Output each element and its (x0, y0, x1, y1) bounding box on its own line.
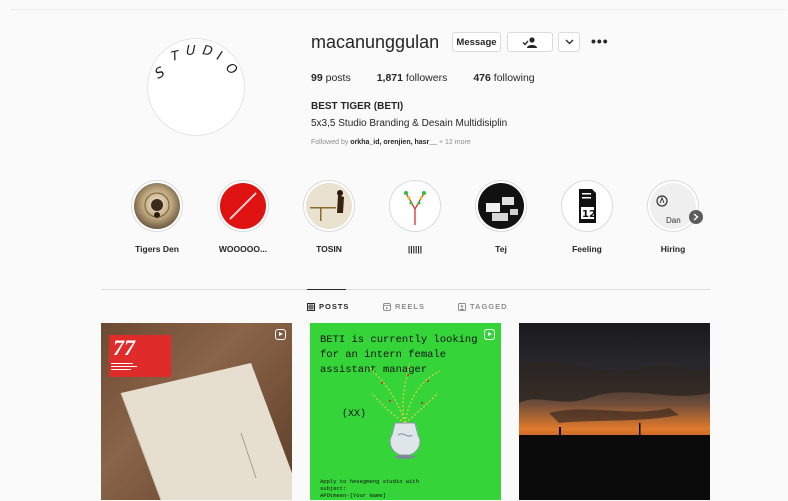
highlight-ring: Dan (647, 180, 699, 232)
studio-logo-icon: S T U D I O (152, 43, 240, 82)
tej-thumbnail (478, 183, 524, 229)
posts-count: 99 (311, 72, 323, 84)
post-thumbnail[interactable]: BETI is currently looking for an intern … (310, 323, 501, 500)
highlight-label: Tigers Den (135, 244, 179, 254)
message-button[interactable]: Message (452, 32, 501, 52)
following-count: 476 (473, 72, 491, 84)
red-thumbnail (220, 183, 266, 229)
highlight-ring (303, 180, 355, 232)
highlight-ring (217, 180, 269, 232)
highlight-item[interactable]: WOOOOO... (208, 180, 278, 254)
svg-text:O: O (223, 60, 240, 78)
highlight-item[interactable]: 12 Feeling (552, 180, 622, 254)
tab-tagged[interactable]: TAGGED (458, 302, 508, 311)
highlight-item[interactable]: Tigers Den (122, 180, 192, 254)
highlights-next-button[interactable] (689, 210, 703, 224)
grid-icon (307, 302, 315, 311)
followed-by-text[interactable]: Followed by orkha_id, orenjien, hasr__ +… (311, 139, 471, 146)
tosin-thumbnail (306, 183, 352, 229)
highlight-item[interactable]: |||||| (380, 180, 450, 254)
followers-count: 1,871 (376, 72, 403, 84)
profile-bio: 5x3,5 Studio Branding & Desain Multidisi… (311, 118, 508, 129)
highlight-ring (475, 180, 527, 232)
svg-text:U: U (186, 44, 196, 59)
svg-text:12: 12 (582, 209, 596, 220)
following-button[interactable] (507, 32, 553, 52)
followers-stat[interactable]: 1,871 followers (377, 72, 448, 84)
posts-stat: 99 posts (311, 72, 351, 84)
chevron-right-icon (693, 213, 699, 221)
chandelier-icon (144, 192, 170, 218)
plant-icon (404, 191, 426, 225)
hiring-thumbnail-text: Dan (666, 216, 681, 225)
document-icon: 12 (579, 189, 596, 223)
tab-label: REELS (395, 302, 426, 311)
post-thumbnail[interactable] (519, 323, 710, 500)
svg-text:T: T (170, 48, 182, 65)
highlight-label: Tej (495, 244, 507, 254)
person-check-icon (522, 36, 537, 48)
hiring-thumbnail: Dan (650, 183, 696, 229)
cards-icon (486, 197, 518, 221)
figure-icon (310, 190, 344, 221)
chevron-down-icon (565, 39, 573, 45)
tab-label: POSTS (319, 302, 350, 311)
highlight-label: TOSIN (316, 244, 342, 254)
svg-text:S: S (152, 64, 167, 82)
reel-icon (275, 329, 286, 340)
profile-avatar[interactable]: S T U D I O (147, 38, 245, 136)
post-thumbnail[interactable]: 77 (101, 323, 292, 500)
highlight-item[interactable]: TOSIN (294, 180, 364, 254)
followed-by-names: orkha_id, orenjien, hasr__ (350, 139, 438, 146)
tagged-icon (458, 302, 466, 311)
profile-full-name: BEST TIGER (BETI) (311, 101, 404, 112)
profile-username: macanunggulan (311, 32, 440, 52)
post-small-text: Apply to hesegmeng studio with subject: … (320, 478, 420, 499)
following-stat[interactable]: 476 following (473, 72, 534, 84)
plant-vase-illustration (369, 362, 441, 459)
followers-label: followers (402, 72, 448, 84)
feeling-thumbnail: 12 (564, 183, 610, 229)
highlight-ring (389, 180, 441, 232)
followed-by-suffix: + 12 more (437, 139, 471, 146)
reel-icon (484, 329, 495, 340)
tab-label: TAGGED (470, 302, 508, 311)
highlight-label: Hiring (660, 244, 686, 254)
posts-label: posts (322, 72, 351, 84)
suggestions-dropdown-button[interactable] (558, 32, 580, 52)
more-options-icon[interactable]: ••• (591, 33, 609, 49)
sunset-photo (519, 360, 710, 500)
post-logo-text: 77 (113, 335, 135, 360)
profile-stats: 99 posts 1,871 followers 476 following (311, 72, 561, 84)
following-label: following (490, 72, 535, 84)
reels-icon (383, 302, 391, 311)
highlight-item[interactable]: Tej (466, 180, 536, 254)
highlight-label: Feeling (572, 244, 602, 254)
svg-text:D: D (201, 43, 213, 60)
highlight-ring: 12 (561, 180, 613, 232)
chandelier-thumbnail (134, 183, 180, 229)
tabs-divider (101, 289, 710, 290)
followed-by-prefix: Followed by (311, 139, 351, 146)
highlight-label: WOOOOO... (218, 244, 268, 254)
stick-icon (229, 192, 257, 220)
svg-text:I: I (215, 49, 224, 64)
tab-reels[interactable]: REELS (383, 302, 425, 311)
highlight-ring (131, 180, 183, 232)
plant-thumbnail (392, 183, 438, 229)
highlight-label: |||||| (407, 244, 423, 254)
active-tab-indicator (307, 289, 346, 290)
tab-posts[interactable]: POSTS (307, 302, 349, 311)
